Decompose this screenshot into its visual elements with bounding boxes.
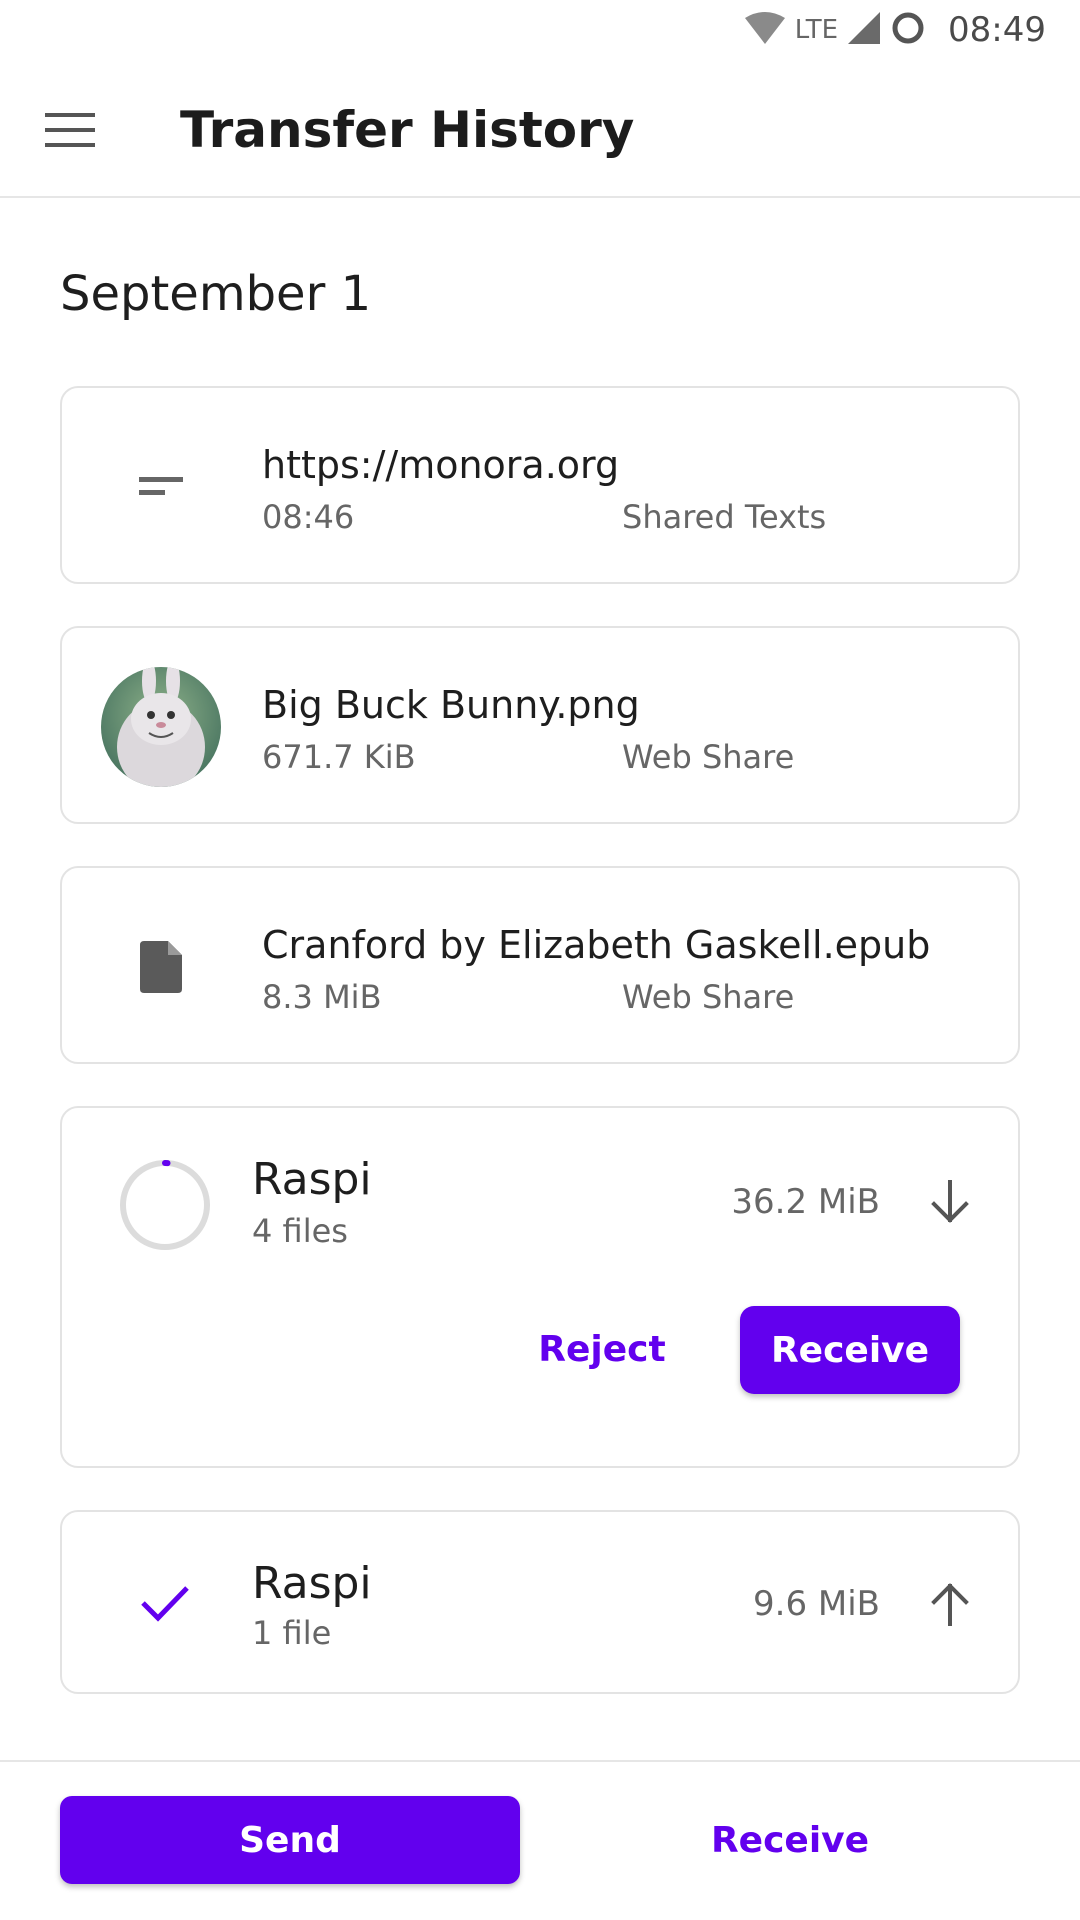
item-subtitle: 08:46 bbox=[262, 498, 355, 536]
transfer-device-name: Raspi bbox=[252, 1154, 372, 1205]
progress-ring bbox=[104, 1144, 226, 1266]
item-title: Big Buck Bunny.png bbox=[262, 683, 640, 727]
transfer-size: 9.6 MiB bbox=[753, 1584, 880, 1624]
check-icon bbox=[104, 1542, 226, 1664]
item-tag: Web Share bbox=[622, 738, 795, 776]
status-bar: LTE 08:49 bbox=[0, 0, 1080, 62]
hamburger-menu-icon[interactable] bbox=[34, 98, 106, 162]
transfer-item-pending[interactable]: Raspi 4 files 36.2 MiB Reject Receive bbox=[60, 1106, 1020, 1468]
file-icon bbox=[100, 906, 222, 1028]
sync-circle-icon bbox=[890, 10, 926, 50]
item-subtitle: 671.7 KiB bbox=[262, 738, 416, 776]
reject-button[interactable]: Reject bbox=[532, 1304, 672, 1394]
send-button[interactable]: Send bbox=[60, 1796, 520, 1884]
clock: 08:49 bbox=[948, 10, 1046, 50]
transfer-item-completed[interactable]: Raspi 1 file 9.6 MiB bbox=[60, 1510, 1020, 1694]
page-title: Transfer History bbox=[180, 101, 635, 159]
history-item-file[interactable]: Cranford by Elizabeth Gaskell.epub 8.3 M… bbox=[60, 866, 1020, 1064]
item-title: Cranford by Elizabeth Gaskell.epub bbox=[262, 923, 931, 967]
image-thumbnail bbox=[100, 666, 222, 788]
bottom-action-bar: Send Receive bbox=[0, 1760, 1080, 1920]
transfer-file-count: 4 files bbox=[252, 1212, 348, 1250]
item-tag: Shared Texts bbox=[622, 498, 827, 536]
arrow-down-icon bbox=[920, 1172, 980, 1232]
transfer-size: 36.2 MiB bbox=[731, 1182, 880, 1222]
section-date-header: September 1 bbox=[60, 266, 372, 322]
history-item-image[interactable]: Big Buck Bunny.png 671.7 KiB Web Share bbox=[60, 626, 1020, 824]
arrow-up-icon bbox=[920, 1574, 980, 1634]
status-icons: LTE 08:49 bbox=[744, 8, 1046, 52]
transfer-device-name: Raspi bbox=[252, 1558, 372, 1609]
cell-signal-icon bbox=[848, 12, 881, 48]
item-tag: Web Share bbox=[622, 978, 795, 1016]
item-subtitle: 8.3 MiB bbox=[262, 978, 382, 1016]
history-item-shared-text[interactable]: https://monora.org 08:46 Shared Texts bbox=[60, 386, 1020, 584]
receive-button[interactable]: Receive bbox=[640, 1796, 940, 1884]
item-title: https://monora.org bbox=[262, 443, 620, 487]
wifi-icon bbox=[744, 12, 785, 48]
network-type-label: LTE bbox=[794, 15, 839, 45]
app-bar: Transfer History bbox=[0, 62, 1080, 198]
short-text-icon bbox=[100, 426, 222, 548]
transfer-file-count: 1 file bbox=[252, 1614, 332, 1652]
receive-transfer-button[interactable]: Receive bbox=[740, 1306, 960, 1394]
